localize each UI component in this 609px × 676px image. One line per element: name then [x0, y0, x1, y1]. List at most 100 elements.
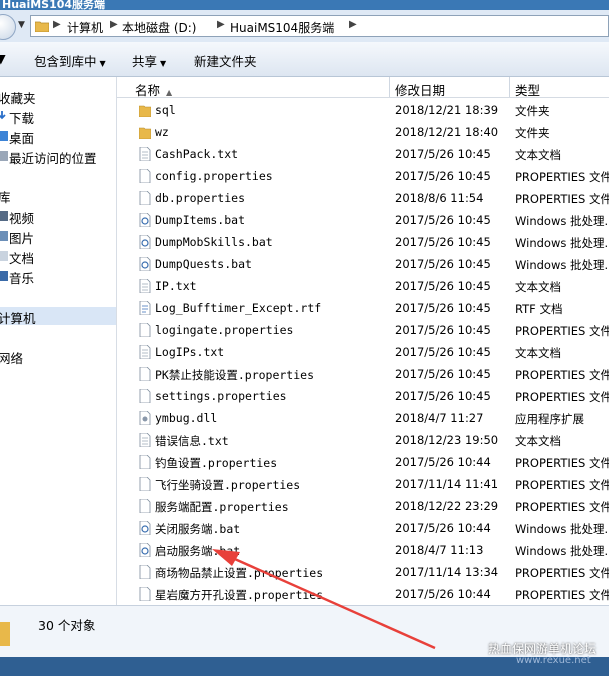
- file-date: 2017/5/26 10:45: [395, 301, 491, 315]
- file-name: 启动服务端.bat: [155, 544, 241, 558]
- column-header-date[interactable]: 修改日期: [395, 80, 445, 99]
- file-date: 2017/5/26 10:45: [395, 389, 491, 403]
- chevron-down-icon: ▼: [99, 59, 106, 68]
- file-row[interactable]: CashPack.txt 2017/5/26 10:45 文本文档: [117, 143, 609, 165]
- document-library-icon: [0, 251, 8, 261]
- file-type: PROPERTIES 文件: [515, 192, 609, 206]
- column-divider[interactable]: [389, 77, 390, 97]
- file-date: 2017/11/14 13:34: [395, 565, 499, 579]
- file-name: 错误信息.txt: [155, 434, 229, 448]
- file-row[interactable]: PK禁止技能设置.properties 2017/5/26 10:45 PROPER…: [117, 363, 609, 385]
- file-icon: [139, 169, 151, 183]
- file-row[interactable]: logingate.properties 2017/5/26 10:45 PROPE…: [117, 319, 609, 341]
- file-type: PROPERTIES 文件: [515, 456, 609, 470]
- address-row: ▼ ▶ 计算机 ▶ 本地磁盘 (D:) ▶ HuaiMS104服务端 ▶: [0, 10, 609, 42]
- file-name: config.properties: [155, 169, 273, 183]
- window-title: HuaiMS104服务端: [2, 0, 106, 10]
- file-date: 2017/11/14 11:41: [395, 477, 499, 491]
- file-name: settings.properties: [155, 389, 287, 403]
- organize-dropdown-arrow-icon[interactable]: ▼: [0, 51, 6, 66]
- file-row[interactable]: sql 2018/12/21 18:39 文件夹: [117, 99, 609, 121]
- file-date: 2018/12/22 23:29: [395, 499, 499, 513]
- file-row[interactable]: Log_Bufftimer_Except.rtf 2017/5/26 10:45 R…: [117, 297, 609, 319]
- file-row[interactable]: settings.properties 2017/5/26 10:45 PROPER…: [117, 385, 609, 407]
- file-type: PROPERTIES 文件: [515, 588, 609, 602]
- file-name: 飞行坐骑设置.properties: [155, 478, 301, 492]
- file-type: PROPERTIES 文件: [515, 500, 609, 514]
- folder-icon: [0, 622, 10, 646]
- video-library-icon: [0, 211, 8, 221]
- file-name: 关闭服务端.bat: [155, 522, 241, 536]
- breadcrumb-separator-icon[interactable]: ▶: [110, 19, 118, 30]
- file-row[interactable]: 飞行坐骑设置.properties 2017/11/14 11:41 PROPERT…: [117, 473, 609, 495]
- file-date: 2017/5/26 10:44: [395, 587, 491, 601]
- batch-file-icon: [139, 521, 151, 535]
- file-type: 文件夹: [515, 104, 550, 118]
- file-row[interactable]: DumpQuests.bat 2017/5/26 10:45 Windows 批处理…: [117, 253, 609, 275]
- file-name: wz: [155, 125, 169, 139]
- file-type: 文本文档: [515, 280, 561, 294]
- file-row[interactable]: 关闭服务端.bat 2017/5/26 10:44 Windows 批处理...: [117, 517, 609, 539]
- chevron-down-icon[interactable]: ▼: [18, 20, 25, 30]
- file-type: Windows 批处理...: [515, 236, 609, 250]
- nav-network[interactable]: 网络: [0, 348, 23, 367]
- chevron-down-icon: ▼: [160, 59, 167, 68]
- breadcrumb-folder[interactable]: HuaiMS104服务端: [230, 19, 334, 36]
- nav-item-computer[interactable]: 计算机: [0, 307, 116, 326]
- sort-ascending-icon: ▲: [166, 88, 173, 97]
- column-header: 名称 ▲ 修改日期 类型: [117, 77, 609, 98]
- column-divider[interactable]: [509, 77, 510, 97]
- file-date: 2018/12/21 18:39: [395, 103, 499, 117]
- file-row[interactable]: config.properties 2017/5/26 10:45 PROPERTI…: [117, 165, 609, 187]
- breadcrumb-separator-icon[interactable]: ▶: [53, 19, 61, 30]
- file-row[interactable]: LogIPs.txt 2017/5/26 10:45 文本文档: [117, 341, 609, 363]
- breadcrumb-separator-icon[interactable]: ▶: [349, 19, 357, 30]
- desktop-icon: [0, 131, 8, 141]
- file-row[interactable]: DumpMobSkills.bat 2017/5/26 10:45 Windows …: [117, 231, 609, 253]
- file-date: 2017/5/26 10:45: [395, 169, 491, 183]
- file-name: CashPack.txt: [155, 147, 239, 161]
- nav-libraries[interactable]: 库: [0, 187, 11, 206]
- file-row[interactable]: ymbug.dll 2018/4/7 11:27 应用程序扩展: [117, 407, 609, 429]
- file-icon: [139, 367, 151, 381]
- file-name: Log_Bufftimer_Except.rtf: [155, 301, 322, 315]
- picture-library-icon: [0, 231, 8, 241]
- file-icon: [139, 389, 151, 403]
- file-name: 商场物品禁止设置.properties: [155, 566, 324, 580]
- folder-icon: [35, 21, 49, 32]
- file-row[interactable]: 商场物品禁止设置.properties 2017/11/14 13:34 PROPE…: [117, 561, 609, 583]
- file-type: Windows 批处理...: [515, 522, 609, 536]
- breadcrumb-computer[interactable]: 计算机: [67, 19, 103, 36]
- file-type: 应用程序扩展: [515, 412, 584, 426]
- file-row[interactable]: db.properties 2018/8/6 11:54 PROPERTIES 文件: [117, 187, 609, 209]
- share-button[interactable]: 共享 ▼: [132, 51, 166, 70]
- column-header-type[interactable]: 类型: [515, 80, 540, 99]
- file-row[interactable]: 星岩魔方开孔设置.properties 2017/5/26 10:44 PROPER…: [117, 583, 609, 605]
- download-icon: [0, 111, 6, 120]
- file-row[interactable]: IP.txt 2017/5/26 10:45 文本文档: [117, 275, 609, 297]
- file-name: 钓鱼设置.properties: [155, 456, 278, 470]
- breadcrumb-drive[interactable]: 本地磁盘 (D:): [122, 19, 196, 36]
- include-in-library-button[interactable]: 包含到库中 ▼: [34, 51, 106, 70]
- file-type: Windows 批处理...: [515, 214, 609, 228]
- address-bar[interactable]: ▶ 计算机 ▶ 本地磁盘 (D:) ▶ HuaiMS104服务端 ▶: [30, 15, 609, 37]
- back-button[interactable]: [0, 14, 16, 40]
- nav-favorites[interactable]: 收藏夹: [0, 88, 36, 107]
- file-row[interactable]: 钓鱼设置.properties 2017/5/26 10:44 PROPERTIES…: [117, 451, 609, 473]
- file-row[interactable]: 错误信息.txt 2018/12/23 19:50 文本文档: [117, 429, 609, 451]
- new-folder-button[interactable]: 新建文件夹: [194, 51, 257, 70]
- file-date: 2017/5/26 10:44: [395, 455, 491, 469]
- text-file-icon: [139, 279, 151, 293]
- file-row[interactable]: DumpItems.bat 2017/5/26 10:45 Windows 批处理.…: [117, 209, 609, 231]
- file-type: 文件夹: [515, 126, 550, 140]
- column-header-name[interactable]: 名称 ▲: [135, 80, 172, 99]
- breadcrumb-separator-icon[interactable]: ▶: [217, 19, 225, 30]
- file-type: PROPERTIES 文件: [515, 566, 609, 580]
- file-row[interactable]: wz 2018/12/21 18:40 文件夹: [117, 121, 609, 143]
- text-file-icon: [139, 345, 151, 359]
- file-row[interactable]: 服务端配置.properties 2018/12/22 23:29 PROPERTI…: [117, 495, 609, 517]
- file-date: 2017/5/26 10:45: [395, 279, 491, 293]
- batch-file-icon: [139, 543, 151, 557]
- item-count: 30 个对象: [38, 618, 96, 633]
- file-row[interactable]: 启动服务端.bat 2018/4/7 11:13 Windows 批处理...: [117, 539, 609, 561]
